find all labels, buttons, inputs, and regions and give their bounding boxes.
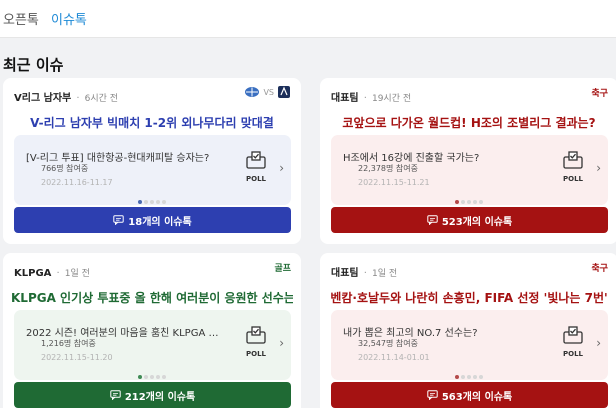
carousel-dot	[138, 375, 142, 379]
poll-icon: POLL	[245, 151, 267, 183]
poll-label: POLL	[245, 175, 266, 183]
participant-count: 1,216명 참여중	[41, 339, 96, 348]
carousel-dot	[156, 375, 160, 379]
separator-dot: ·	[363, 268, 367, 279]
poll-question[interactable]: H조에서 16강에 진출할 국가는?	[343, 149, 541, 164]
carousel-dot	[461, 200, 465, 204]
card-topic: KLPGA	[14, 268, 52, 279]
poll-label: POLL	[562, 175, 583, 183]
carousel-dot	[467, 375, 471, 379]
chat-bubble-icon	[427, 215, 438, 225]
carousel-dot	[473, 200, 477, 204]
category-tag: 축구	[591, 264, 608, 274]
poll-question[interactable]: [V-리그 투표] 대한항공-현대캐피탈 승자는?	[26, 149, 224, 164]
carousel-dots	[3, 364, 301, 379]
issue-card[interactable]: 대표팀 · 1일 전 축구 벤캄·호날두와 나란히 손흥민, FIFA 선정 '…	[320, 253, 616, 408]
carousel-dot	[162, 375, 166, 379]
chat-bubble-icon	[110, 390, 121, 400]
card-headline[interactable]: KLPGA 인기상 투표중 올 한해 여러분이 응원한 선수는?	[11, 289, 293, 306]
separator-dot: ·	[363, 93, 367, 104]
hyundai-capital-logo-icon	[278, 86, 290, 98]
carousel-dot	[479, 200, 483, 204]
carousel-dot	[162, 200, 166, 204]
poll-question[interactable]: 내가 뽑은 최고의 NO.7 선수는?	[343, 324, 541, 339]
poll-date-range: 2022.11.15-11.20	[41, 353, 113, 362]
carousel-dot	[138, 200, 142, 204]
poll-question[interactable]: 2022 시즌! 여러분의 마음을 훔친 KLPGA 선수를 투표...	[26, 324, 224, 339]
carousel-dot	[156, 200, 160, 204]
vs-label: VS	[263, 87, 274, 97]
chat-bubble-icon	[113, 215, 124, 225]
issue-talk-button[interactable]: 563개의 이슈톡	[331, 382, 608, 408]
poll-label: POLL	[245, 350, 266, 358]
issue-talk-count: 523개의 이슈톡	[441, 216, 513, 228]
poll-label: POLL	[562, 350, 583, 358]
poll-date-range: 2022.11.14-01.01	[358, 353, 430, 362]
issue-card[interactable]: KLPGA · 1일 전 골프 KLPGA 인기상 투표중 올 한해 여러분이 …	[3, 253, 301, 408]
poll-icon: POLL	[562, 326, 584, 358]
card-time: 1일 전	[64, 269, 90, 279]
tab-open-talk[interactable]: 오픈톡	[3, 9, 39, 28]
separator-dot: ·	[76, 93, 80, 104]
chevron-right-icon[interactable]: ›	[279, 161, 284, 175]
category-tag: 축구	[591, 89, 608, 99]
korean-air-logo-icon	[245, 87, 260, 97]
carousel-dot	[473, 375, 477, 379]
issue-card[interactable]: 대표팀 · 19시간 전 축구 코앞으로 다가온 월드컵! H조의 조별리그 결…	[320, 78, 616, 244]
carousel-dot	[144, 375, 148, 379]
card-time: 19시간 전	[371, 94, 412, 104]
section-title: 최근 이슈	[3, 56, 64, 74]
card-topic: V리그 남자부	[14, 93, 72, 104]
chevron-right-icon[interactable]: ›	[596, 336, 601, 350]
issue-card[interactable]: V리그 남자부 · 6시간 전 VS V-리그 남자부 빅매치 1-2위 외나무…	[3, 78, 301, 244]
poll-date-range: 2022.11.16-11.17	[41, 178, 113, 187]
carousel-dots	[3, 189, 301, 204]
chat-bubble-icon	[427, 390, 438, 400]
card-headline[interactable]: 벤캄·호날두와 나란히 손흥민, FIFA 선정 '빛나는 7번'	[328, 289, 610, 306]
card-header: KLPGA · 1일 전 골프	[14, 261, 291, 279]
poll-icon: POLL	[562, 151, 584, 183]
carousel-dot	[150, 375, 154, 379]
carousel-dot	[467, 200, 471, 204]
tab-issue-talk[interactable]: 이슈톡	[51, 9, 87, 28]
carousel-dots	[320, 364, 616, 379]
participant-count: 32,547명 참여중	[358, 339, 418, 348]
poll-icon: POLL	[245, 326, 267, 358]
category-tag: 골프	[274, 264, 291, 274]
separator-dot: ·	[56, 268, 60, 279]
card-time: 1일 전	[371, 269, 398, 279]
card-header: 대표팀 · 1일 전 축구	[331, 261, 608, 279]
card-topic: 대표팀	[331, 268, 359, 279]
card-header: V리그 남자부 · 6시간 전 VS	[14, 85, 291, 104]
participant-count: 22,378명 참여중	[358, 164, 418, 173]
card-topic: 대표팀	[331, 93, 359, 104]
carousel-dot	[455, 375, 459, 379]
issue-talk-count: 563개의 이슈톡	[441, 391, 513, 403]
chevron-right-icon[interactable]: ›	[279, 336, 284, 350]
card-time: 6시간 전	[84, 94, 119, 104]
issue-talk-count: 212개의 이슈톡	[124, 391, 196, 403]
carousel-dot	[150, 200, 154, 204]
issue-talk-count: 18개의 이슈톡	[128, 216, 192, 228]
carousel-dot	[455, 200, 459, 204]
card-header: 대표팀 · 19시간 전 축구	[331, 86, 608, 104]
issue-talk-button[interactable]: 18개의 이슈톡	[14, 207, 291, 233]
participant-count: 766명 참여중	[41, 164, 89, 173]
carousel-dots	[320, 189, 616, 204]
carousel-dot	[461, 375, 465, 379]
card-headline[interactable]: 코앞으로 다가온 월드컵! H조의 조별리그 결과는?	[328, 114, 610, 131]
chevron-right-icon[interactable]: ›	[596, 161, 601, 175]
poll-date-range: 2022.11.15-11.21	[358, 178, 430, 187]
top-nav: 오픈톡 이슈톡	[0, 0, 616, 38]
card-headline[interactable]: V-리그 남자부 빅매치 1-2위 외나무다리 맞대결	[11, 114, 293, 131]
team-matchup: VS	[244, 85, 291, 99]
carousel-dot	[479, 375, 483, 379]
issue-talk-button[interactable]: 212개의 이슈톡	[14, 382, 291, 408]
issue-talk-button[interactable]: 523개의 이슈톡	[331, 207, 608, 233]
carousel-dot	[144, 200, 148, 204]
